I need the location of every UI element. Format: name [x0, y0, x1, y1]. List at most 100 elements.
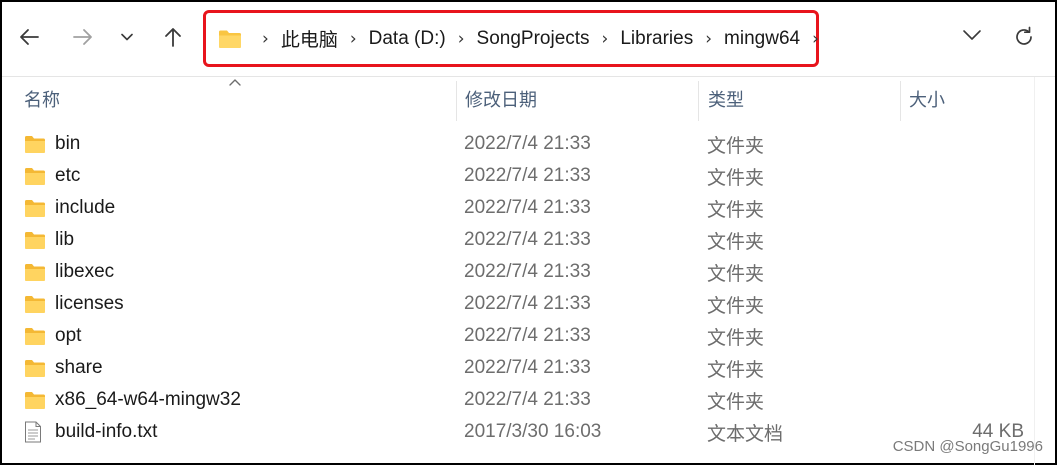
- modified-date: 2022/7/4 21:33: [464, 229, 591, 250]
- modified-date: 2022/7/4 21:33: [464, 357, 591, 378]
- folder-icon: [24, 262, 46, 282]
- navigation-bar: › 此电脑 › Data (D:) › SongProjects › Libra…: [2, 2, 1055, 76]
- name-cell: lib: [24, 229, 74, 251]
- column-header-type[interactable]: 类型: [708, 77, 900, 121]
- refresh-icon: [1016, 26, 1032, 45]
- column-resize-handle[interactable]: [900, 81, 901, 121]
- folder-icon: [218, 29, 242, 49]
- folder-icon: [24, 230, 46, 250]
- folder-icon: [24, 134, 46, 154]
- file-list: bin 2022/7/4 21:33 文件夹 etc 2022/7/4 21:3…: [2, 128, 1055, 448]
- name-cell: include: [24, 197, 115, 219]
- file-type: 文件夹: [707, 135, 765, 157]
- folder-icon: [24, 390, 46, 410]
- refresh-button[interactable]: [1012, 25, 1036, 54]
- file-name: x86_64-w64-mingw32: [55, 389, 241, 410]
- list-item[interactable]: etc 2022/7/4 21:33 文件夹: [2, 160, 1032, 192]
- modified-date: 2022/7/4 21:33: [464, 165, 591, 186]
- name-cell: build-info.txt: [24, 421, 157, 443]
- column-header-date-label: 修改日期: [465, 90, 537, 110]
- name-cell: opt: [24, 325, 81, 347]
- file-name: share: [55, 357, 103, 378]
- list-item[interactable]: share 2022/7/4 21:33 文件夹: [2, 352, 1032, 384]
- breadcrumb-separator-icon[interactable]: ›: [262, 29, 269, 49]
- modified-date: 2022/7/4 21:33: [464, 325, 591, 346]
- arrow-right-icon: [73, 29, 92, 45]
- list-item[interactable]: x86_64-w64-mingw32 2022/7/4 21:33 文件夹: [2, 384, 1032, 416]
- back-button[interactable]: [14, 22, 44, 52]
- breadcrumb-songprojects[interactable]: SongProjects: [477, 28, 590, 50]
- modified-date: 2017/3/30 16:03: [464, 421, 602, 442]
- file-name: lib: [55, 229, 75, 250]
- breadcrumb-separator-icon[interactable]: ›: [350, 29, 357, 49]
- breadcrumb-data-drive[interactable]: Data (D:): [369, 28, 446, 50]
- folder-icon: [24, 166, 46, 186]
- column-header-name-label: 名称: [24, 90, 60, 110]
- file-type: 文件夹: [707, 231, 765, 253]
- column-header-size-label: 大小: [909, 90, 945, 110]
- breadcrumb-separator-icon[interactable]: ›: [812, 29, 819, 49]
- arrow-left-icon: [20, 29, 39, 45]
- column-header-name[interactable]: 名称: [24, 77, 454, 121]
- modified-date: 2022/7/4 21:33: [464, 389, 591, 410]
- chevron-down-icon: [963, 30, 981, 40]
- name-cell: x86_64-w64-mingw32: [24, 389, 241, 411]
- breadcrumb-separator-icon[interactable]: ›: [602, 29, 609, 49]
- name-cell: bin: [24, 133, 80, 155]
- breadcrumb-separator-icon[interactable]: ›: [705, 29, 712, 49]
- folder-icon: [24, 326, 46, 346]
- name-cell: libexec: [24, 261, 114, 283]
- column-header-row: 名称 修改日期 类型 大小: [2, 77, 1055, 121]
- file-name: build-info.txt: [55, 421, 158, 442]
- address-history-button[interactable]: [962, 28, 982, 47]
- folder-icon: [24, 358, 46, 378]
- file-name: opt: [55, 325, 82, 346]
- folder-icon: [24, 198, 46, 218]
- file-type: 文件夹: [707, 327, 765, 349]
- list-item[interactable]: opt 2022/7/4 21:33 文件夹: [2, 320, 1032, 352]
- column-header-type-label: 类型: [708, 90, 744, 110]
- modified-date: 2022/7/4 21:33: [464, 293, 591, 314]
- recent-locations-button[interactable]: [112, 22, 142, 52]
- arrow-up-icon: [165, 28, 181, 47]
- file-type: 文件夹: [707, 263, 765, 285]
- address-bar-empty-area[interactable]: [822, 10, 1047, 67]
- file-name: bin: [55, 133, 81, 154]
- list-item[interactable]: bin 2022/7/4 21:33 文件夹: [2, 128, 1032, 160]
- file-type: 文件夹: [707, 167, 765, 189]
- list-item[interactable]: include 2022/7/4 21:33 文件夹: [2, 192, 1032, 224]
- column-header-size[interactable]: 大小: [909, 77, 1029, 121]
- name-cell: licenses: [24, 293, 124, 315]
- up-button[interactable]: [158, 22, 188, 52]
- modified-date: 2022/7/4 21:33: [464, 197, 591, 218]
- text-file-icon: [24, 421, 46, 443]
- watermark: CSDN @SongGu1996: [892, 438, 1043, 455]
- breadcrumb-separator-icon[interactable]: ›: [458, 29, 465, 49]
- list-item[interactable]: licenses 2022/7/4 21:33 文件夹: [2, 288, 1032, 320]
- column-resize-handle[interactable]: [698, 81, 699, 121]
- breadcrumb-libraries[interactable]: Libraries: [620, 28, 693, 50]
- name-cell: etc: [24, 165, 80, 187]
- file-type: 文本文档: [707, 423, 784, 445]
- file-name: etc: [55, 165, 81, 186]
- file-type: 文件夹: [707, 391, 765, 413]
- address-bar-breadcrumb[interactable]: › 此电脑 › Data (D:) › SongProjects › Libra…: [203, 10, 819, 67]
- chevron-down-icon: [121, 33, 133, 41]
- list-item[interactable]: build-info.txt 2017/3/30 16:03 文本文档 44 K…: [2, 416, 1032, 448]
- modified-date: 2022/7/4 21:33: [464, 261, 591, 282]
- modified-date: 2022/7/4 21:33: [464, 133, 591, 154]
- breadcrumb-this-pc[interactable]: 此电脑: [281, 25, 338, 52]
- list-item[interactable]: lib 2022/7/4 21:33 文件夹: [2, 224, 1032, 256]
- column-header-date[interactable]: 修改日期: [465, 77, 697, 121]
- column-resize-handle[interactable]: [456, 81, 457, 121]
- file-explorer-window: › 此电脑 › Data (D:) › SongProjects › Libra…: [0, 0, 1057, 465]
- file-type: 文件夹: [707, 199, 765, 221]
- list-item[interactable]: libexec 2022/7/4 21:33 文件夹: [2, 256, 1032, 288]
- file-name: include: [55, 197, 116, 218]
- file-name: licenses: [55, 293, 124, 314]
- folder-icon: [24, 294, 46, 314]
- name-cell: share: [24, 357, 103, 379]
- breadcrumb-mingw64[interactable]: mingw64: [724, 28, 800, 50]
- forward-button[interactable]: [68, 22, 98, 52]
- file-type: 文件夹: [707, 295, 765, 317]
